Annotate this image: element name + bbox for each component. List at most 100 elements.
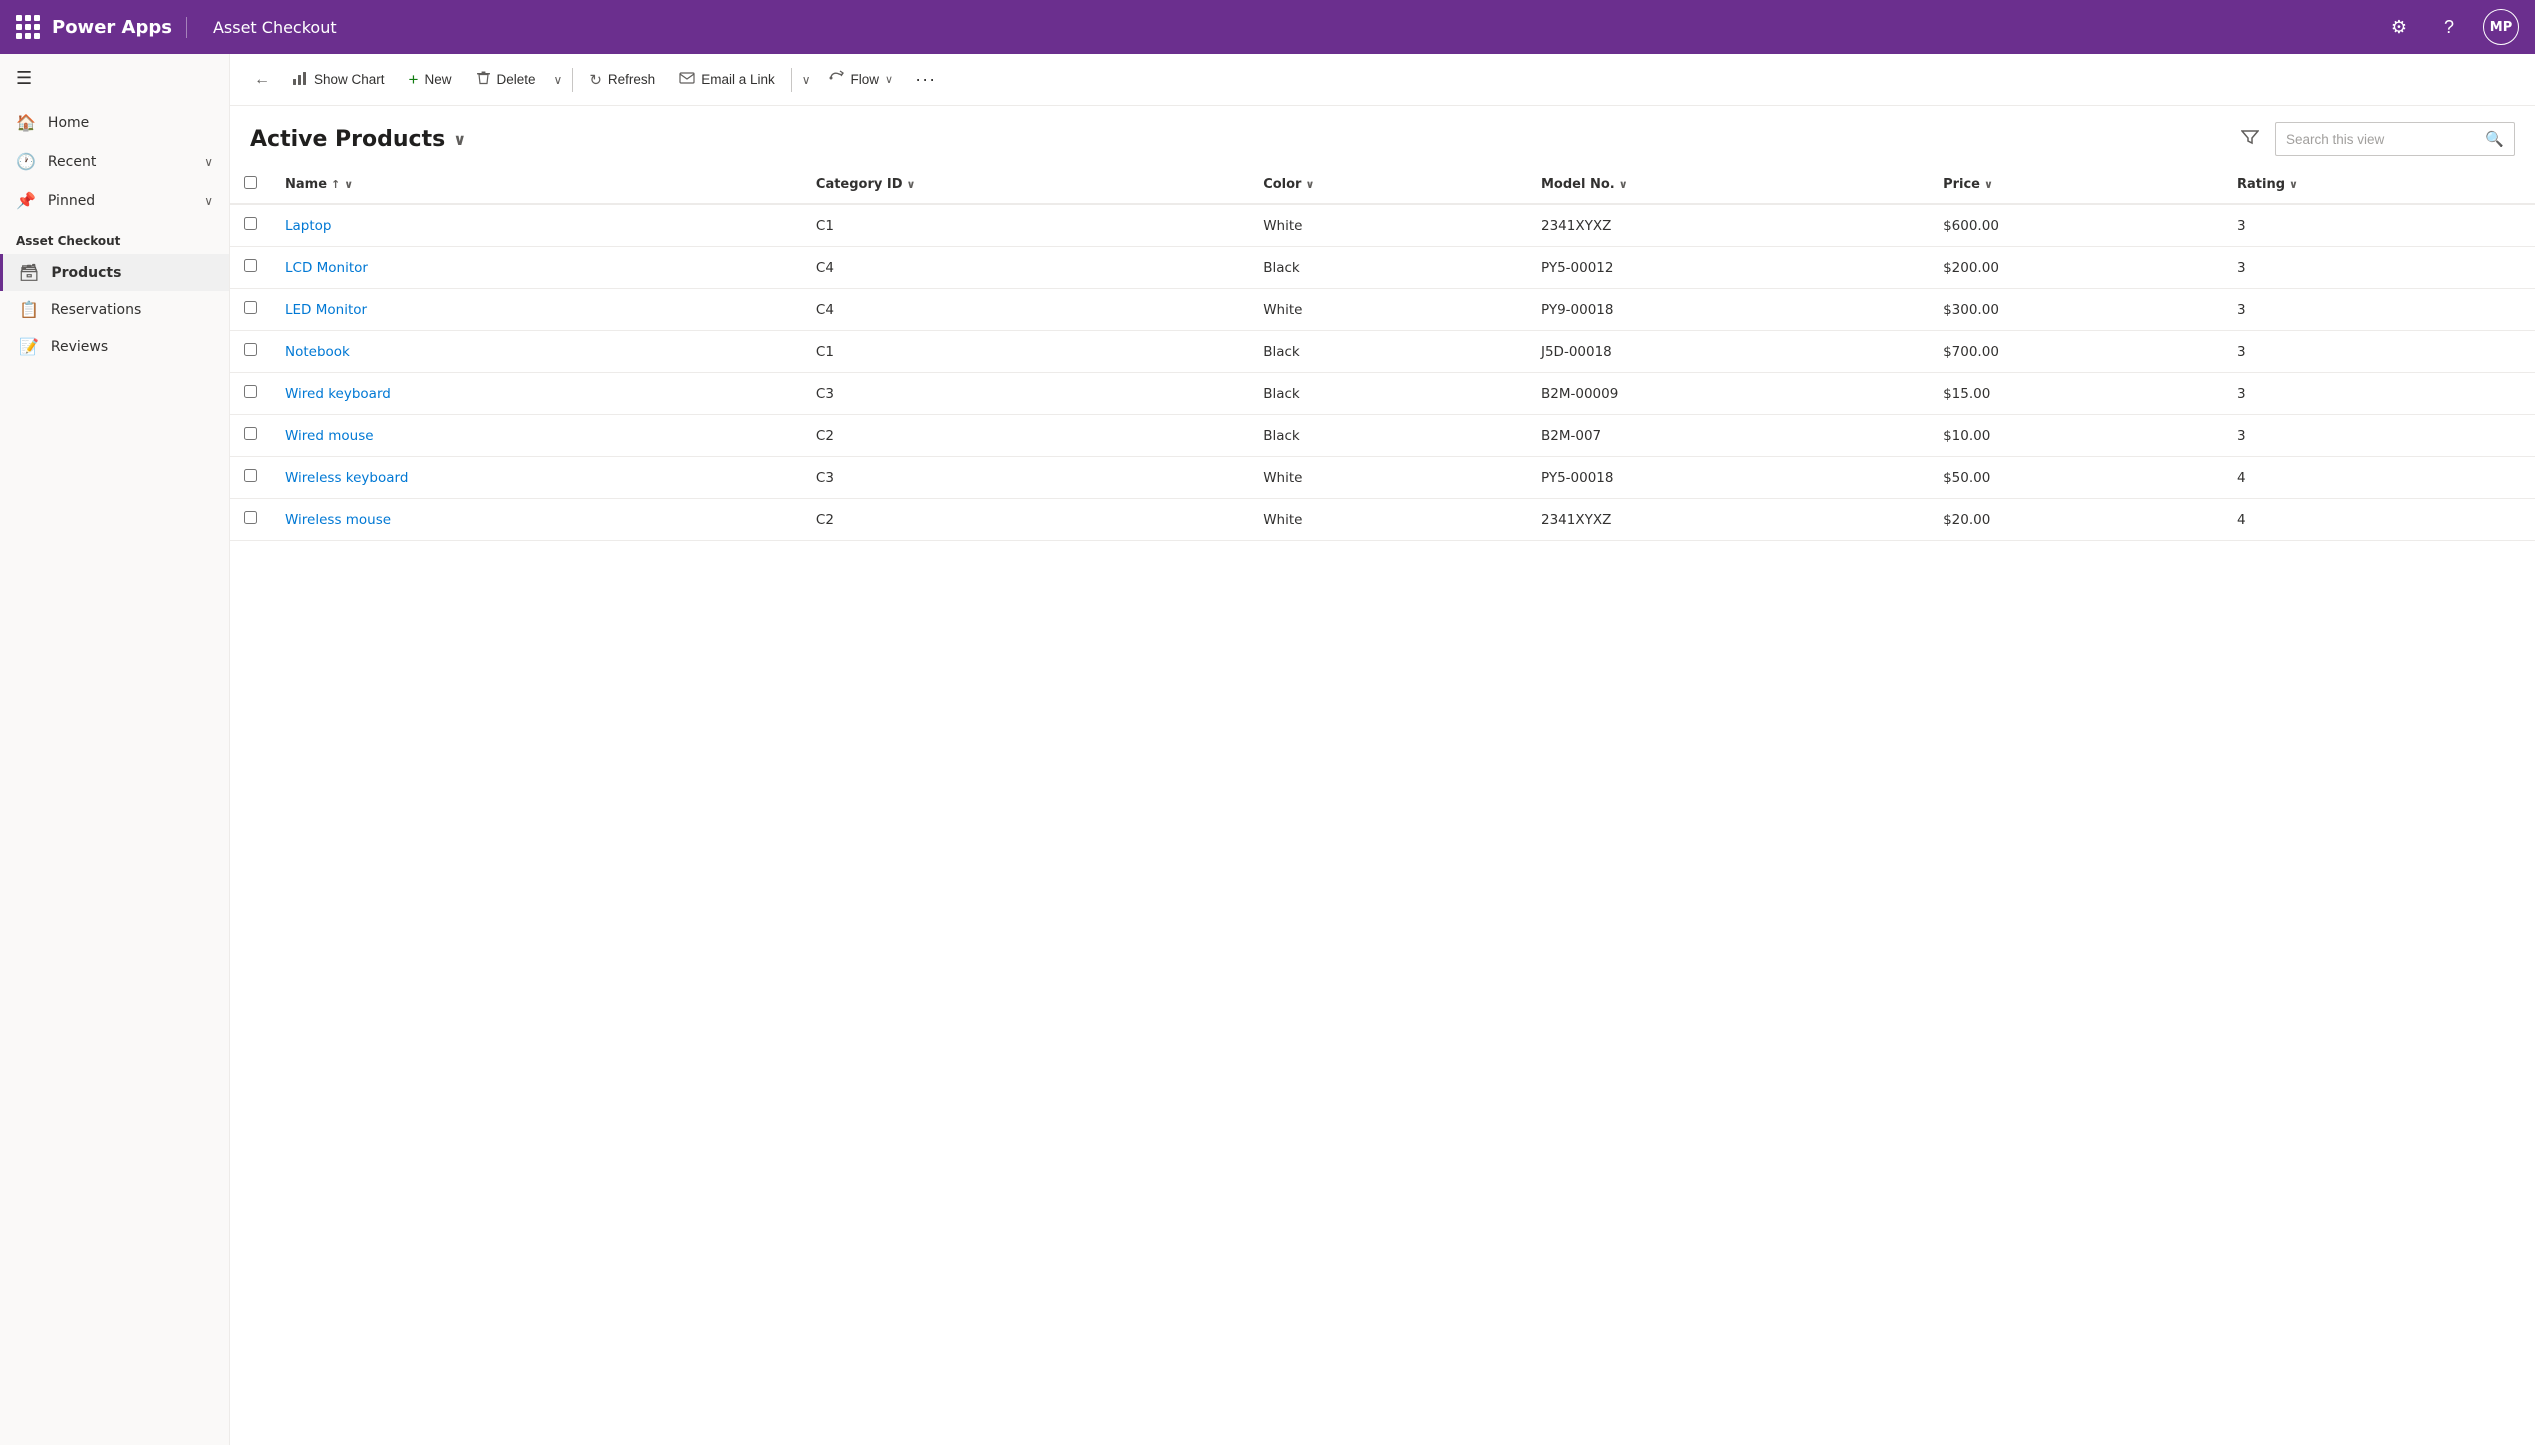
row-check-cell: [230, 204, 271, 247]
sidebar-item-reservations[interactable]: 📋 Reservations: [0, 291, 229, 328]
sidebar-item-products[interactable]: 🗃 Products: [0, 254, 229, 291]
sidebar-item-pinned[interactable]: 📌 Pinned ∨: [0, 181, 229, 220]
products-table-container: Name ↑ ∨ Category ID ∨: [230, 166, 2535, 1445]
delete-dropdown-button[interactable]: ∨: [550, 67, 567, 93]
email-link-button[interactable]: Email a Link: [669, 65, 785, 95]
row-model-cell: 2341XYXZ: [1527, 499, 1929, 541]
delete-icon: [476, 70, 491, 89]
row-price-cell: $20.00: [1929, 499, 2223, 541]
settings-button[interactable]: ⚙: [2383, 11, 2415, 43]
select-all-col: [230, 166, 271, 204]
table-row: Notebook C1 Black J5D-00018 $700.00 3: [230, 331, 2535, 373]
row-model-cell: PY9-00018: [1527, 289, 1929, 331]
row-name-cell: Wireless keyboard: [271, 457, 802, 499]
row-model-cell: PY5-00012: [1527, 247, 1929, 289]
col-name-label: Name: [285, 177, 327, 192]
products-table: Name ↑ ∨ Category ID ∨: [230, 166, 2535, 541]
col-price-label: Price: [1943, 177, 1980, 192]
row-category-cell: C2: [802, 415, 1249, 457]
row-rating-cell: 3: [2223, 415, 2535, 457]
row-price-cell: $10.00: [1929, 415, 2223, 457]
row-rating-cell: 4: [2223, 499, 2535, 541]
row-name-link[interactable]: Laptop: [285, 218, 332, 234]
refresh-icon: ↻: [589, 71, 602, 89]
row-checkbox[interactable]: [244, 217, 257, 230]
view-title[interactable]: Active Products ∨: [250, 127, 466, 152]
row-name-cell: Notebook: [271, 331, 802, 373]
col-header-model[interactable]: Model No. ∨: [1527, 166, 1929, 204]
more-options-button[interactable]: ···: [907, 63, 944, 96]
email-link-label: Email a Link: [701, 72, 775, 87]
help-button[interactable]: ?: [2433, 11, 2465, 43]
row-name-cell: LED Monitor: [271, 289, 802, 331]
search-box: 🔍: [2275, 122, 2515, 156]
row-checkbox[interactable]: [244, 511, 257, 524]
row-checkbox[interactable]: [244, 301, 257, 314]
row-checkbox[interactable]: [244, 343, 257, 356]
row-price-cell: $700.00: [1929, 331, 2223, 373]
back-button[interactable]: ←: [246, 65, 278, 95]
pinned-icon: 📌: [16, 191, 36, 210]
search-button[interactable]: 🔍: [2475, 123, 2514, 155]
user-avatar[interactable]: MP: [2483, 9, 2519, 45]
col-header-category[interactable]: Category ID ∨: [802, 166, 1249, 204]
row-name-link[interactable]: Notebook: [285, 344, 350, 360]
row-name-cell: Laptop: [271, 204, 802, 247]
email-dropdown-button[interactable]: ∨: [798, 67, 815, 93]
row-color-cell: White: [1249, 457, 1527, 499]
select-all-checkbox[interactable]: [244, 176, 257, 189]
row-name-link[interactable]: Wireless keyboard: [285, 470, 408, 486]
view-title-chevron-icon: ∨: [453, 130, 466, 149]
show-chart-button[interactable]: Show Chart: [282, 64, 395, 96]
row-name-link[interactable]: LED Monitor: [285, 302, 367, 318]
app-grid-icon[interactable]: [16, 15, 40, 39]
refresh-button[interactable]: ↻ Refresh: [579, 65, 665, 95]
row-name-link[interactable]: Wired mouse: [285, 428, 374, 444]
row-rating-cell: 3: [2223, 289, 2535, 331]
row-name-link[interactable]: Wired keyboard: [285, 386, 391, 402]
row-checkbox[interactable]: [244, 469, 257, 482]
col-header-name[interactable]: Name ↑ ∨: [271, 166, 802, 204]
price-chevron-icon: ∨: [1984, 178, 1993, 191]
row-checkbox[interactable]: [244, 385, 257, 398]
row-checkbox[interactable]: [244, 259, 257, 272]
main-content: ← Show Chart + New: [230, 54, 2535, 1445]
sidebar-reservations-label: Reservations: [51, 302, 141, 318]
row-color-cell: White: [1249, 499, 1527, 541]
delete-button[interactable]: Delete: [466, 64, 546, 95]
row-check-cell: [230, 289, 271, 331]
row-name-cell: Wireless mouse: [271, 499, 802, 541]
row-price-cell: $600.00: [1929, 204, 2223, 247]
row-price-cell: $15.00: [1929, 373, 2223, 415]
sidebar-pinned-label: Pinned: [48, 193, 95, 209]
col-header-color[interactable]: Color ∨: [1249, 166, 1527, 204]
flow-button[interactable]: Flow ∨: [819, 64, 904, 96]
table-row: Wireless keyboard C3 White PY5-00018 $50…: [230, 457, 2535, 499]
col-color-label: Color: [1263, 177, 1301, 192]
sidebar-section-title: Asset Checkout: [0, 220, 229, 254]
row-color-cell: Black: [1249, 331, 1527, 373]
row-check-cell: [230, 499, 271, 541]
name-sort-icon: ↑: [331, 178, 340, 191]
col-header-rating[interactable]: Rating ∨: [2223, 166, 2535, 204]
sidebar-item-recent[interactable]: 🕐 Recent ∨: [0, 142, 229, 181]
col-header-price[interactable]: Price ∨: [1929, 166, 2223, 204]
search-input[interactable]: [2276, 125, 2475, 154]
row-price-cell: $200.00: [1929, 247, 2223, 289]
row-name-link[interactable]: LCD Monitor: [285, 260, 368, 276]
new-button[interactable]: + New: [399, 64, 462, 96]
sidebar-item-reviews[interactable]: 📝 Reviews: [0, 328, 229, 365]
filter-button[interactable]: [2235, 123, 2265, 156]
row-model-cell: B2M-007: [1527, 415, 1929, 457]
flow-chevron-icon: ∨: [885, 73, 893, 86]
sidebar-item-home[interactable]: 🏠 Home: [0, 103, 229, 142]
delete-label: Delete: [497, 72, 536, 87]
row-price-cell: $50.00: [1929, 457, 2223, 499]
row-name-link[interactable]: Wireless mouse: [285, 512, 391, 528]
col-rating-label: Rating: [2237, 177, 2285, 192]
hamburger-menu[interactable]: ☰: [0, 54, 229, 103]
row-category-cell: C4: [802, 247, 1249, 289]
row-checkbox[interactable]: [244, 427, 257, 440]
reservations-icon: 📋: [19, 300, 39, 319]
table-row: Wired mouse C2 Black B2M-007 $10.00 3: [230, 415, 2535, 457]
